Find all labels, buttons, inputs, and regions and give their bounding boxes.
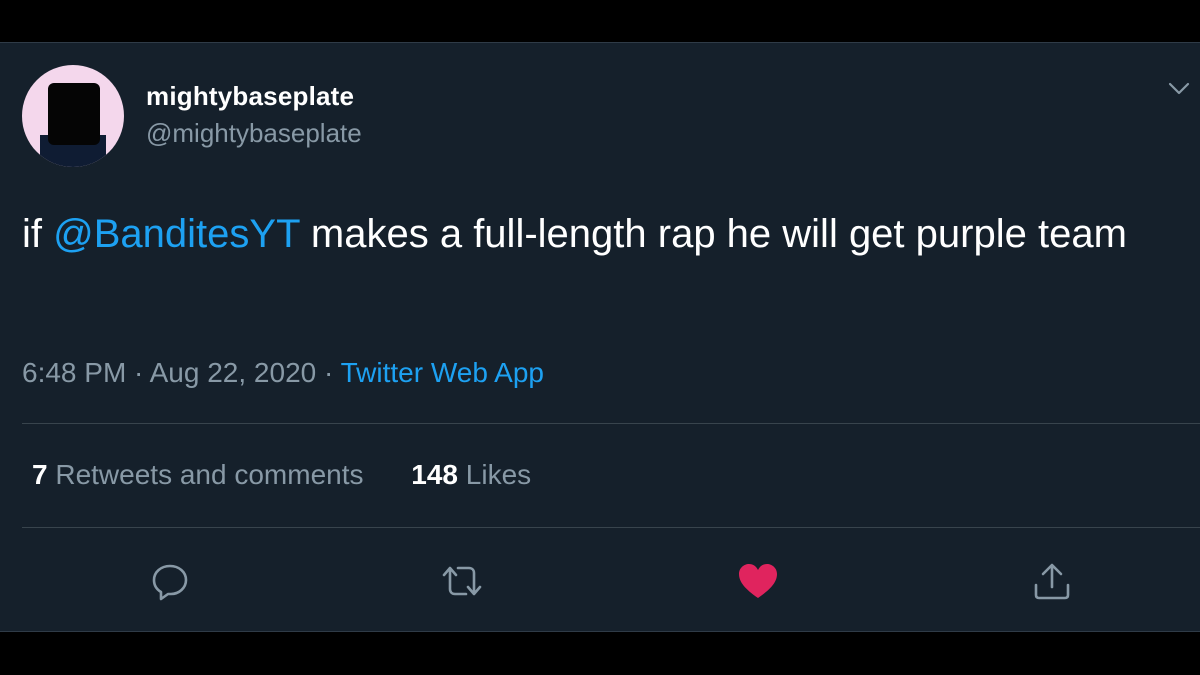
retweet-icon <box>442 566 482 596</box>
share-button[interactable] <box>1030 559 1074 603</box>
divider-bottom <box>22 527 1200 528</box>
avatar-silhouette <box>48 83 100 145</box>
reply-button[interactable] <box>148 559 192 603</box>
divider-top <box>22 423 1200 424</box>
reply-icon <box>152 564 188 601</box>
chevron-down-icon[interactable] <box>1168 81 1190 97</box>
meta-separator-2: · <box>316 357 341 388</box>
tweet-source[interactable]: Twitter Web App <box>341 357 544 388</box>
mention-link[interactable]: @BanditesYT <box>53 212 300 256</box>
likes-stat[interactable]: 148 Likes <box>411 459 531 491</box>
tweet-time[interactable]: 6:48 PM <box>22 357 126 388</box>
retweets-stat[interactable]: 7 Retweets and comments <box>32 459 364 491</box>
retweet-button[interactable] <box>440 559 484 603</box>
avatar[interactable] <box>22 65 124 167</box>
user-info: mightybaseplate @mightybaseplate <box>146 81 362 149</box>
retweets-count: 7 <box>32 459 48 490</box>
like-button[interactable] <box>736 559 780 603</box>
tweet-text-start: if <box>22 212 54 256</box>
share-icon <box>1034 563 1070 600</box>
likes-label: Likes <box>458 459 532 490</box>
tweet-card: mightybaseplate @mightybaseplate if @Ban… <box>0 42 1200 632</box>
display-name[interactable]: mightybaseplate <box>146 81 362 112</box>
user-handle[interactable]: @mightybaseplate <box>146 118 362 149</box>
action-bar <box>0 553 1200 623</box>
likes-count: 148 <box>411 459 458 490</box>
tweet-meta: 6:48 PM · Aug 22, 2020 · Twitter Web App <box>22 357 544 389</box>
tweet-stats: 7 Retweets and comments 148 Likes <box>32 459 571 491</box>
meta-separator: · <box>126 357 150 388</box>
tweet-text-end: makes a full-length rap he will get purp… <box>299 212 1127 256</box>
tweet-date[interactable]: Aug 22, 2020 <box>150 357 317 388</box>
tweet-text: if @BanditesYT makes a full-length rap h… <box>22 203 1162 265</box>
heart-icon <box>739 564 777 598</box>
retweets-label: Retweets and comments <box>47 459 364 490</box>
